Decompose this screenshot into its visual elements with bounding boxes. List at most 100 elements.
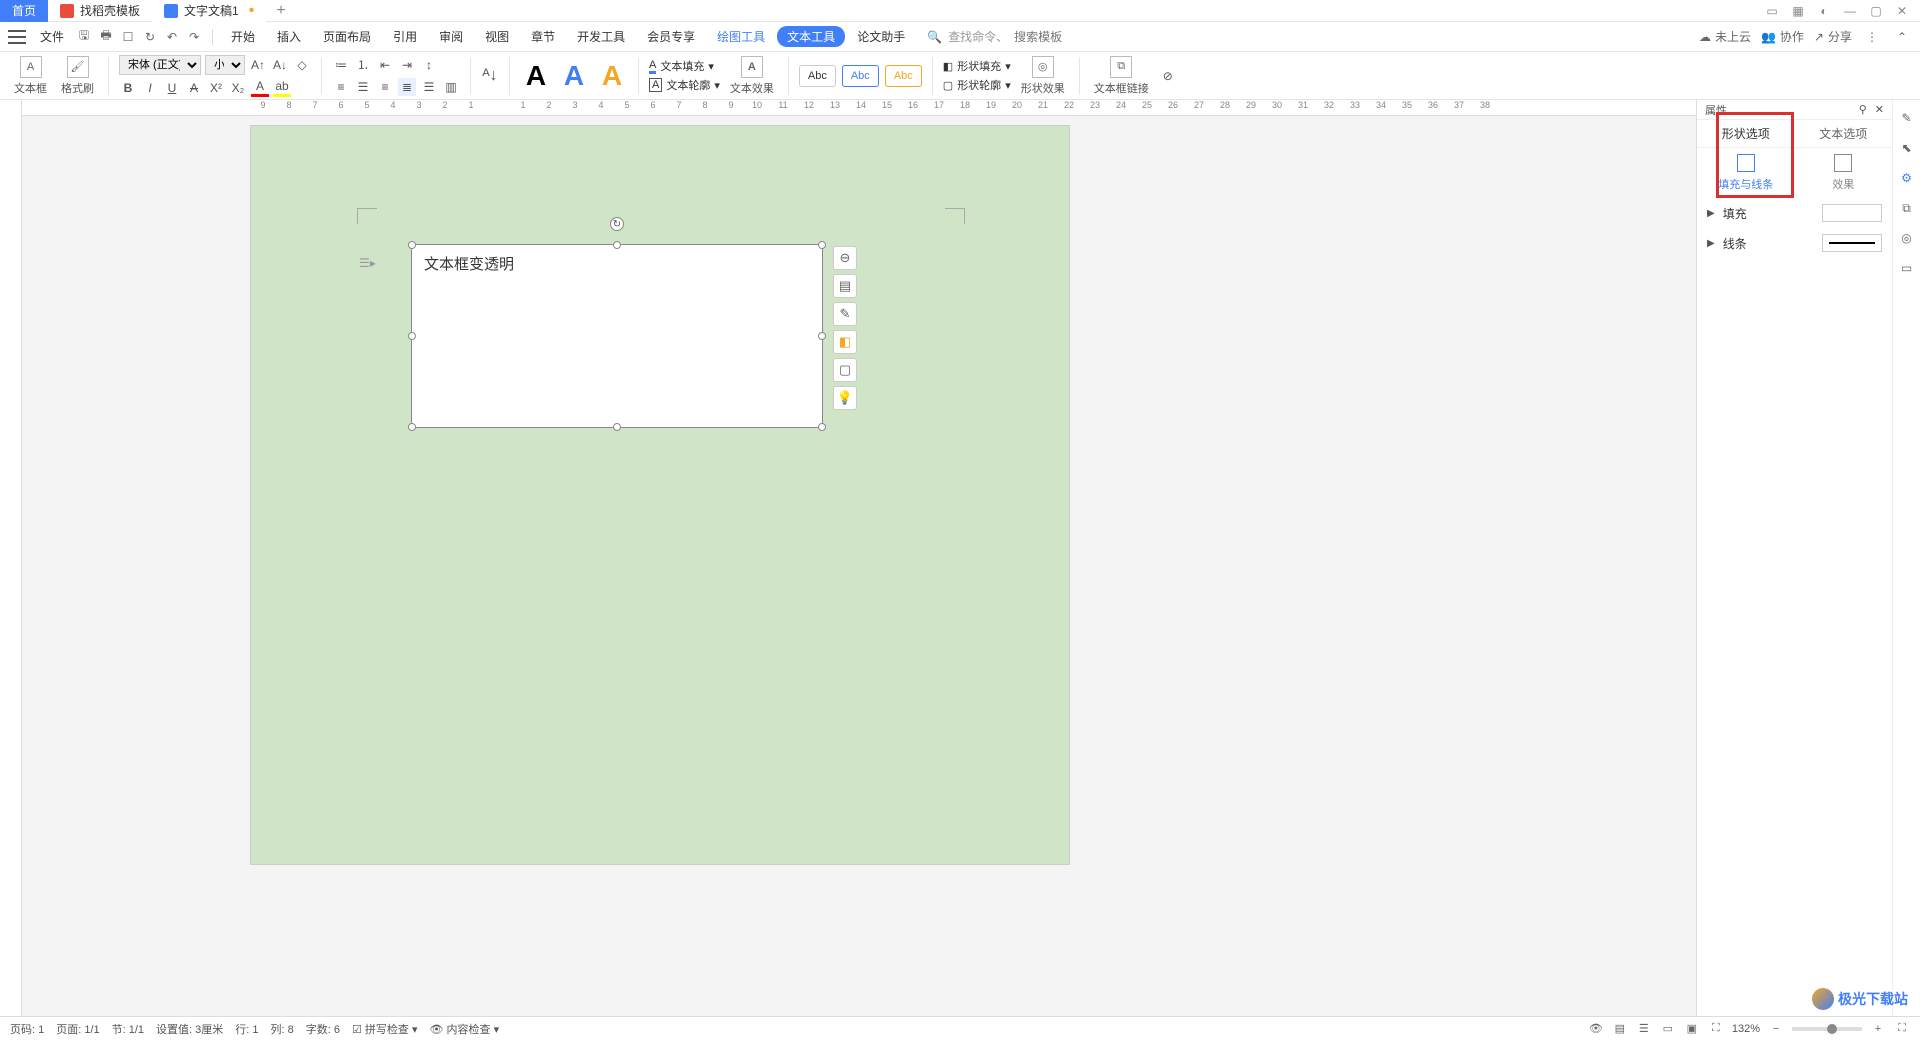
rotate-handle[interactable]: ↻	[610, 217, 624, 231]
align-left-button[interactable]: ≡	[332, 78, 350, 96]
panel-tab-shape[interactable]: 形状选项	[1697, 120, 1795, 147]
abc-style-1[interactable]: Abc	[799, 65, 836, 87]
print-icon[interactable]: 🖶	[96, 27, 116, 47]
align-justify-button[interactable]: ≣	[398, 78, 416, 96]
font-name-select[interactable]: 宋体 (正文)	[119, 55, 201, 75]
menu-paper-helper[interactable]: 论文助手	[847, 28, 915, 45]
side-select-icon[interactable]: ⬉	[1897, 138, 1917, 158]
menu-reference[interactable]: 引用	[383, 28, 427, 45]
side-settings-icon[interactable]: ⚙	[1897, 168, 1917, 188]
align-center-button[interactable]: ☰	[354, 78, 372, 96]
textbox-unlink-button[interactable]: ⊘	[1159, 67, 1177, 85]
side-layers-icon[interactable]: ⧉	[1897, 198, 1917, 218]
handle-ne[interactable]	[818, 241, 826, 249]
status-page-no[interactable]: 页码: 1	[10, 1021, 44, 1037]
textbox-text[interactable]: 文本框变透明	[412, 245, 822, 282]
superscript-button[interactable]: X²	[207, 79, 225, 97]
highlight-button[interactable]: ab	[273, 79, 291, 97]
zoom-slider[interactable]	[1792, 1027, 1862, 1031]
status-spell[interactable]: ☑ 拼写检查 ▾	[352, 1021, 418, 1037]
clear-format-button[interactable]: ◇	[293, 56, 311, 74]
float-collapse-button[interactable]: ⊖	[833, 246, 857, 270]
horizontal-ruler[interactable]: 9876543211234567891011121314151617181920…	[22, 100, 1696, 116]
menu-layout[interactable]: 页面布局	[313, 28, 381, 45]
align-right-button[interactable]: ≡	[376, 78, 394, 96]
close-button[interactable]: ✕	[1894, 3, 1910, 19]
bullets-button[interactable]: ≔	[332, 56, 350, 74]
paragraph-icon[interactable]: ☰▸	[359, 256, 376, 270]
more-icon[interactable]: ⋮	[1862, 27, 1882, 47]
status-pages[interactable]: 页面: 1/1	[56, 1021, 99, 1037]
status-content-check[interactable]: 👁 内容检查 ▾	[429, 1021, 499, 1037]
vertical-ruler[interactable]	[0, 100, 22, 1016]
abc-style-3[interactable]: Abc	[885, 65, 922, 87]
menu-review[interactable]: 审阅	[429, 28, 473, 45]
menu-text-tools[interactable]: 文本工具	[777, 26, 845, 47]
file-menu[interactable]: 文件	[32, 28, 72, 45]
preview-icon[interactable]: ☐	[118, 27, 138, 47]
shape-effect-button[interactable]: ◎形状效果	[1017, 56, 1069, 96]
status-indent[interactable]: 设置值: 3厘米	[156, 1021, 223, 1037]
increase-indent-button[interactable]: ⇥	[398, 56, 416, 74]
document-page[interactable]: ☰▸ ↻ 文本框变透明 ⊖ ▤ ✎ ◧ ▢ 💡	[250, 125, 1070, 865]
tab-add[interactable]: +	[266, 2, 295, 20]
columns-button[interactable]: ▥	[442, 78, 460, 96]
float-idea-button[interactable]: 💡	[833, 386, 857, 410]
panel-close-icon[interactable]: ✕	[1875, 103, 1884, 116]
handle-w[interactable]	[408, 332, 416, 340]
view-page-icon[interactable]: ▤	[1612, 1021, 1628, 1037]
abc-style-2[interactable]: Abc	[842, 65, 879, 87]
italic-button[interactable]: I	[141, 79, 159, 97]
fill-swatch[interactable]	[1822, 204, 1882, 222]
status-line[interactable]: 行: 1	[235, 1021, 258, 1037]
menu-insert[interactable]: 插入	[267, 28, 311, 45]
panel-subtab-effect[interactable]: 效果	[1795, 148, 1893, 198]
align-dist-button[interactable]: ☰	[420, 78, 438, 96]
layout2-icon[interactable]: ▦	[1790, 3, 1806, 19]
maximize-button[interactable]: ▢	[1868, 3, 1884, 19]
handle-s[interactable]	[613, 423, 621, 431]
bold-button[interactable]: B	[119, 79, 137, 97]
zoom-out-button[interactable]: −	[1768, 1021, 1784, 1037]
panel-subtab-fill-line[interactable]: 填充与线条	[1697, 148, 1795, 198]
handle-e[interactable]	[818, 332, 826, 340]
status-chars[interactable]: 字数: 6	[306, 1021, 340, 1037]
strike-button[interactable]: A	[185, 79, 203, 97]
text-outline-button[interactable]: A文本轮廓 ▾	[649, 77, 720, 93]
menu-member[interactable]: 会员专享	[637, 28, 705, 45]
side-book-icon[interactable]: ▭	[1897, 258, 1917, 278]
redo-button[interactable]: ↷	[184, 27, 204, 47]
font-size-select[interactable]: 小四	[205, 55, 245, 75]
zoom-level[interactable]: 132%	[1732, 1023, 1760, 1035]
search-input[interactable]	[1014, 30, 1094, 44]
grow-font-button[interactable]: A↑	[249, 56, 267, 74]
shape-fill-button[interactable]: ◧形状填充 ▾	[943, 58, 1011, 74]
menu-dev[interactable]: 开发工具	[567, 28, 635, 45]
cloud-status[interactable]: ☁未上云	[1699, 28, 1751, 45]
collapse-ribbon-icon[interactable]: ⌃	[1892, 27, 1912, 47]
handle-sw[interactable]	[408, 423, 416, 431]
text-effect-button[interactable]: A文本效果	[726, 56, 778, 96]
textbox-shape[interactable]: ↻ 文本框变透明	[411, 244, 823, 428]
tab-document[interactable]: 文字文稿1•	[152, 0, 266, 22]
menu-start[interactable]: 开始	[221, 28, 265, 45]
handle-se[interactable]	[818, 423, 826, 431]
float-edit-button[interactable]: ✎	[833, 302, 857, 326]
underline-button[interactable]: U	[163, 79, 181, 97]
format-brush-button[interactable]: 🖌格式刷	[57, 56, 98, 96]
float-outline-button[interactable]: ▢	[833, 358, 857, 382]
eye-icon[interactable]: 👁	[1588, 1021, 1604, 1037]
numbering-button[interactable]: ⒈	[354, 56, 372, 74]
handle-nw[interactable]	[408, 241, 416, 249]
subscript-button[interactable]: X₂	[229, 79, 247, 97]
text-direction-button[interactable]: ᴬ↓	[481, 67, 499, 85]
float-fill-button[interactable]: ◧	[833, 330, 857, 354]
tab-templates[interactable]: 找稻壳模板	[48, 0, 152, 22]
side-pen-icon[interactable]: ✎	[1897, 108, 1917, 128]
shrink-font-button[interactable]: A↓	[271, 56, 289, 74]
handle-n[interactable]	[613, 241, 621, 249]
line-swatch[interactable]	[1822, 234, 1882, 252]
view-web-icon[interactable]: ▭	[1660, 1021, 1676, 1037]
menu-draw-tools[interactable]: 绘图工具	[707, 28, 775, 45]
canvas[interactable]: 9876543211234567891011121314151617181920…	[22, 100, 1696, 1016]
